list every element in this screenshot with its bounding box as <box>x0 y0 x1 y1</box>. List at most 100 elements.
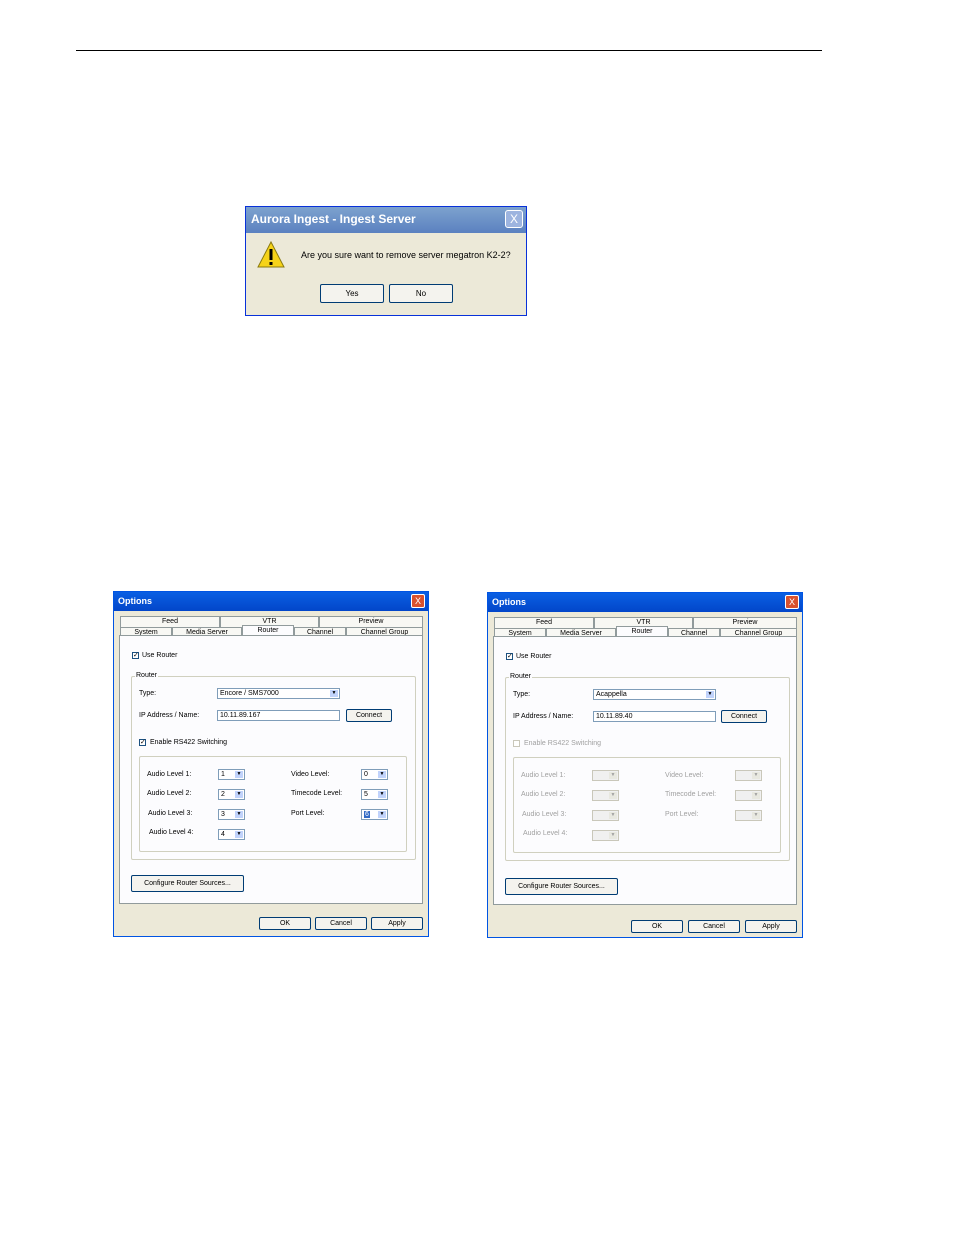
chevron-down-icon[interactable]: ▼ <box>609 832 617 839</box>
video-level-value: 0 <box>364 771 368 778</box>
timecode-level-label: Timecode Level: <box>665 791 717 798</box>
audio-level-4-select[interactable]: 4 ▼ <box>218 829 245 840</box>
port-level-value: 6 <box>364 811 370 818</box>
chevron-down-icon[interactable]: ▼ <box>378 811 386 818</box>
options-dialog-left: Options X Feed VTR Preview System Media … <box>113 591 429 937</box>
apply-button[interactable]: Apply <box>371 917 423 930</box>
ok-button[interactable]: OK <box>259 917 311 930</box>
ip-address-input[interactable]: 10.11.89.40 <box>593 711 716 722</box>
audio-level-3-label: Audio Level 3: <box>522 811 567 818</box>
router-tab-pane: ✓ Use Router Router Type: Encore / SMS70… <box>119 635 423 904</box>
chevron-down-icon[interactable]: ▼ <box>235 811 243 818</box>
port-level-select[interactable]: 6 ▼ <box>361 809 388 820</box>
router-group-label: Router <box>135 672 159 679</box>
chevron-down-icon[interactable]: ▼ <box>609 812 617 819</box>
dialog-title: Options <box>492 597 526 607</box>
use-router-checkbox[interactable]: ✓ <box>506 653 513 660</box>
title-bar: Options X <box>114 592 428 611</box>
chevron-down-icon[interactable]: ▼ <box>752 772 760 779</box>
type-select[interactable]: Acappella ▼ <box>593 689 716 700</box>
type-select[interactable]: Encore / SMS7000 ▼ <box>217 688 340 699</box>
use-router-label: Use Router <box>142 652 178 659</box>
confirm-message: Are you sure want to remove server megat… <box>301 250 511 260</box>
chevron-down-icon[interactable]: ▼ <box>609 792 617 799</box>
audio-level-1-label: Audio Level 1: <box>521 772 566 779</box>
type-value: Encore / SMS7000 <box>220 690 279 697</box>
audio-level-3-select[interactable]: 3 ▼ <box>218 809 245 820</box>
dialog-title: Options <box>118 596 152 606</box>
ip-address-label: IP Address / Name: <box>513 713 574 720</box>
ok-button[interactable]: OK <box>631 920 683 933</box>
confirm-remove-dialog: Aurora Ingest - Ingest Server X Are you … <box>245 206 527 316</box>
video-level-select[interactable]: ▼ <box>735 770 762 781</box>
close-button[interactable]: X <box>785 595 799 609</box>
port-level-label: Port Level: <box>665 811 699 818</box>
apply-button[interactable]: Apply <box>745 920 797 933</box>
tab-feed[interactable]: Feed <box>120 616 220 627</box>
enable-rs422-label: Enable RS422 Switching <box>150 739 228 746</box>
title-bar: Aurora Ingest - Ingest Server X <box>246 207 526 233</box>
enable-rs422-label: Enable RS422 Switching <box>524 740 602 747</box>
cancel-button[interactable]: Cancel <box>315 917 367 930</box>
cancel-button[interactable]: Cancel <box>688 920 740 933</box>
port-level-select[interactable]: ▼ <box>735 810 762 821</box>
audio-level-1-label: Audio Level 1: <box>147 771 192 778</box>
connect-button[interactable]: Connect <box>721 710 767 723</box>
audio-level-3-label: Audio Level 3: <box>148 810 193 817</box>
configure-router-sources-button[interactable]: Configure Router Sources... <box>505 878 618 895</box>
use-router-label: Use Router <box>516 653 552 660</box>
tab-preview[interactable]: Preview <box>693 617 797 628</box>
timecode-level-label: Timecode Level: <box>291 790 343 797</box>
timecode-level-select[interactable]: 5 ▼ <box>361 789 388 800</box>
audio-level-3-value: 3 <box>221 811 225 818</box>
audio-level-2-select[interactable]: 2 ▼ <box>218 789 245 800</box>
title-bar: Options X <box>488 593 802 612</box>
close-button[interactable]: X <box>411 594 425 608</box>
configure-router-sources-button[interactable]: Configure Router Sources... <box>131 875 244 892</box>
dialog-title: Aurora Ingest - Ingest Server <box>251 212 416 226</box>
tab-feed[interactable]: Feed <box>494 617 594 628</box>
ip-address-input[interactable]: 10.11.89.167 <box>217 710 340 721</box>
chevron-down-icon[interactable]: ▼ <box>378 771 386 778</box>
audio-level-1-select[interactable]: 1 ▼ <box>218 769 245 780</box>
enable-rs422-checkbox[interactable]: ✓ <box>139 739 146 746</box>
timecode-level-select[interactable]: ▼ <box>735 790 762 801</box>
tab-preview[interactable]: Preview <box>319 616 423 627</box>
yes-button[interactable]: Yes <box>320 284 384 303</box>
type-value: Acappella <box>596 691 627 698</box>
chevron-down-icon[interactable]: ▼ <box>330 690 338 697</box>
video-level-select[interactable]: 0 ▼ <box>361 769 388 780</box>
close-button[interactable]: X <box>505 210 523 228</box>
audio-level-1-value: 1 <box>221 771 225 778</box>
audio-level-2-label: Audio Level 2: <box>521 791 566 798</box>
router-tab-pane: ✓ Use Router Router Type: Acappella ▼ IP… <box>493 636 797 905</box>
type-label: Type: <box>513 691 531 698</box>
audio-level-4-label: Audio Level 4: <box>523 830 568 837</box>
header-rule <box>76 50 822 51</box>
warning-icon <box>257 240 285 268</box>
audio-level-3-select[interactable]: ▼ <box>592 810 619 821</box>
options-dialog-right: Options X Feed VTR Preview System Media … <box>487 592 803 938</box>
connect-button[interactable]: Connect <box>346 709 392 722</box>
ip-address-label: IP Address / Name: <box>139 712 200 719</box>
audio-level-2-select[interactable]: ▼ <box>592 790 619 801</box>
enable-rs422-checkbox[interactable] <box>513 740 520 747</box>
video-level-label: Video Level: <box>665 772 704 779</box>
chevron-down-icon[interactable]: ▼ <box>752 812 760 819</box>
video-level-label: Video Level: <box>291 771 330 778</box>
no-button[interactable]: No <box>389 284 453 303</box>
port-level-label: Port Level: <box>291 810 325 817</box>
chevron-down-icon[interactable]: ▼ <box>235 771 243 778</box>
audio-level-4-label: Audio Level 4: <box>149 829 194 836</box>
chevron-down-icon[interactable]: ▼ <box>609 772 617 779</box>
audio-level-1-select[interactable]: ▼ <box>592 770 619 781</box>
chevron-down-icon[interactable]: ▼ <box>752 792 760 799</box>
audio-level-4-select[interactable]: ▼ <box>592 830 619 841</box>
chevron-down-icon[interactable]: ▼ <box>235 831 243 838</box>
audio-level-2-label: Audio Level 2: <box>147 790 192 797</box>
use-router-checkbox[interactable]: ✓ <box>132 652 139 659</box>
router-group-label: Router <box>509 673 533 680</box>
chevron-down-icon[interactable]: ▼ <box>706 691 714 698</box>
chevron-down-icon[interactable]: ▼ <box>235 791 243 798</box>
chevron-down-icon[interactable]: ▼ <box>378 791 386 798</box>
